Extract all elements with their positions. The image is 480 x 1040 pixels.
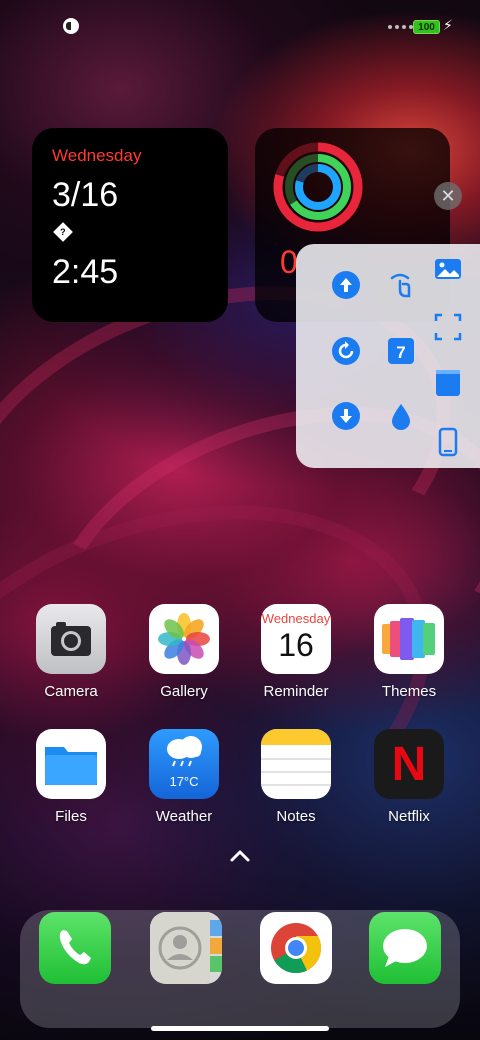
files-folder-icon (36, 729, 106, 799)
widget-time: 2:45 (52, 253, 119, 291)
chevron-up-icon[interactable] (228, 846, 252, 866)
date-time-widget[interactable]: Wednesday 3/16 ? 2:45 (32, 128, 228, 322)
activity-rings-icon (273, 142, 363, 232)
app-label: Weather (155, 808, 213, 825)
app-label: Netflix (388, 808, 430, 825)
water-drop-icon[interactable] (386, 401, 416, 431)
app-weather[interactable]: 17°C Weather (139, 729, 229, 825)
app-notes[interactable]: Notes (251, 729, 341, 825)
netflix-letter: N (391, 737, 427, 791)
contacts-app-icon (150, 912, 222, 984)
app-label: Files (55, 808, 87, 825)
calendar-icon[interactable]: 7 (386, 336, 416, 366)
close-icon: ✕ (440, 186, 456, 206)
calendar-day: 7 (396, 343, 405, 362)
dock-app-contacts[interactable] (141, 912, 231, 984)
upload-icon[interactable] (331, 270, 361, 300)
bolt-icon: ⚡ (443, 17, 453, 33)
chrome-app-icon (260, 912, 332, 984)
themes-icon (374, 604, 444, 674)
widget-weekday: Wednesday (52, 146, 142, 165)
app-netflix[interactable]: N Netflix (364, 729, 454, 825)
weather-icon: 17°C (149, 729, 219, 799)
glyph-char: ? (60, 227, 66, 237)
app-gallery[interactable]: Gallery (139, 604, 229, 700)
close-button[interactable]: ✕ (434, 182, 462, 210)
battery-indicator: 100 (413, 20, 440, 34)
reminder-icon-day: 16 (278, 627, 314, 663)
signal-icon (388, 25, 413, 29)
messages-app-icon (369, 912, 441, 984)
app-label: Camera (44, 683, 98, 700)
app-themes[interactable]: Themes (364, 604, 454, 700)
widget-date: 3/16 (52, 176, 119, 214)
unknown-glyph-icon: ? (53, 222, 73, 242)
image-icon[interactable] (433, 254, 463, 284)
gallery-icon (149, 604, 219, 674)
download-icon[interactable] (331, 401, 361, 431)
dock-app-messages[interactable] (360, 912, 450, 984)
netflix-icon: N (374, 729, 444, 799)
side-toolbar-panel[interactable]: 7 (296, 244, 480, 468)
battery-level: 100 (418, 21, 435, 33)
home-indicator[interactable] (151, 1026, 329, 1031)
notes-icon (261, 729, 331, 799)
app-files[interactable]: Files (26, 729, 116, 825)
app-notification-icon (63, 18, 79, 34)
app-reminder[interactable]: Wednesday 16 Reminder (251, 604, 341, 700)
phone-icon[interactable] (433, 427, 463, 457)
note-icon[interactable] (433, 368, 463, 398)
app-label: Gallery (160, 683, 208, 700)
app-label: Notes (276, 808, 316, 825)
touch-gesture-icon[interactable] (386, 270, 416, 300)
screenshot-frame-icon[interactable] (433, 312, 463, 342)
weather-icon-temp: 17°C (169, 774, 199, 789)
dock-app-chrome[interactable] (251, 912, 341, 984)
app-camera[interactable]: Camera (26, 604, 116, 700)
dock-app-phone[interactable] (30, 912, 120, 984)
rotate-icon[interactable] (331, 336, 361, 366)
phone-app-icon (39, 912, 111, 984)
reminder-calendar-icon: Wednesday 16 (261, 604, 331, 674)
reminder-icon-weekday: Wednesday (261, 611, 331, 626)
status-bar: 100 ⚡ (0, 0, 480, 50)
camera-icon (36, 604, 106, 674)
app-label: Reminder (263, 683, 329, 700)
app-label: Themes (381, 683, 437, 700)
